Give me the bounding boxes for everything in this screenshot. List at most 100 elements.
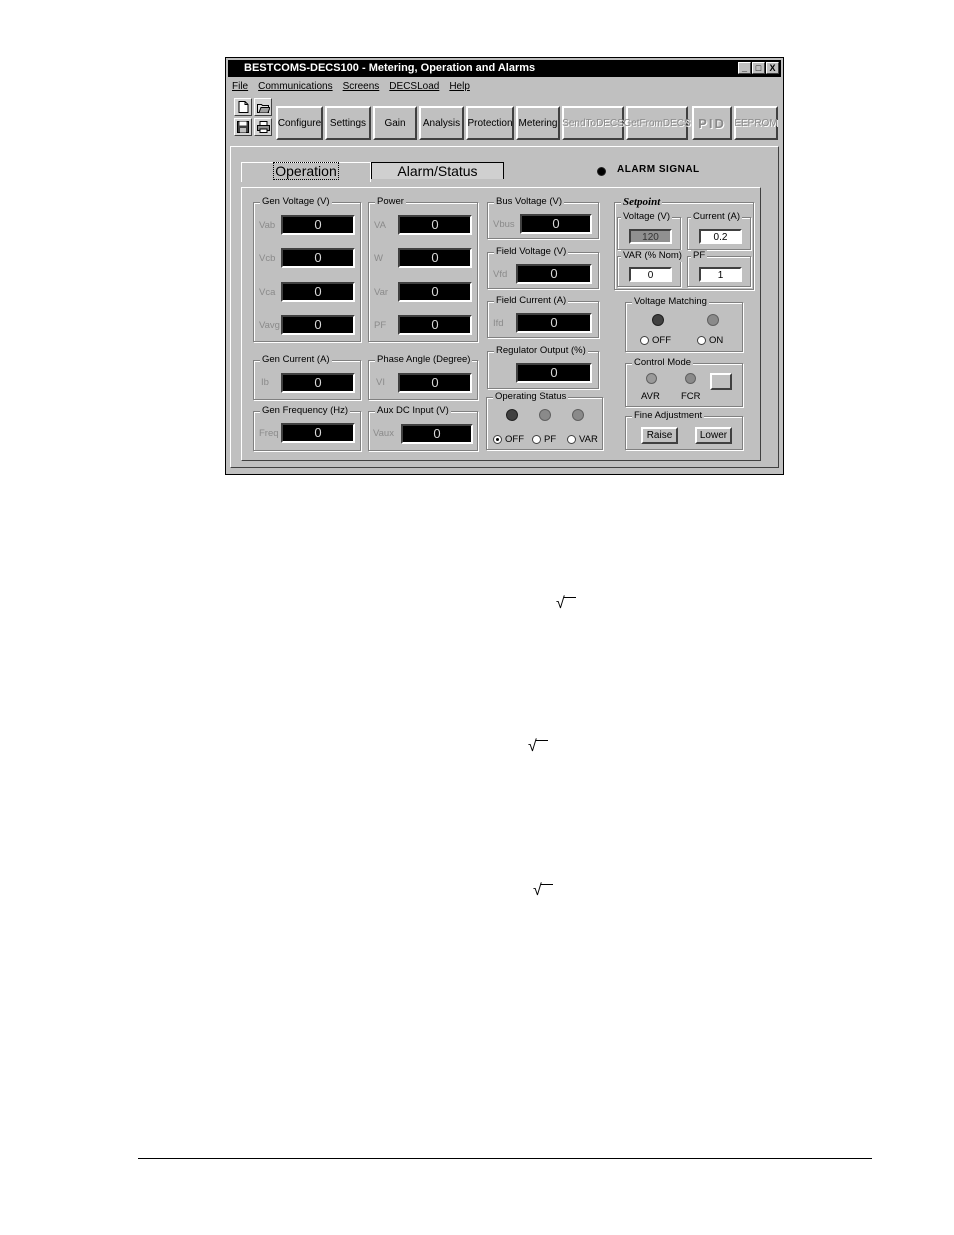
voltage-matching-on-circle[interactable] — [697, 336, 706, 345]
square-root-icon: √ — [528, 738, 548, 756]
toolbar: Configure Settings Gain Analysis Protect… — [230, 98, 779, 142]
vfd-label: Vfd — [493, 269, 508, 280]
setpoint-var-group: VAR (% Nom) 0 — [617, 250, 684, 287]
var-readout: 0 — [398, 282, 472, 302]
menu-communications[interactable]: Communications — [258, 79, 332, 95]
voltage-matching-off-circle[interactable] — [640, 336, 649, 345]
setpoint-title: Setpoint — [621, 196, 663, 208]
app-window: BESTCOMS-DECS100 - Metering, Operation a… — [225, 57, 784, 475]
send-to-decs-button[interactable]: SendToDECS — [562, 106, 624, 140]
vcb-readout: 0 — [281, 248, 355, 268]
voltage-matching-off-label: OFF — [652, 335, 671, 346]
setpoint-voltage-group: Voltage (V) 120 — [617, 211, 681, 250]
menu-bar: File Communications Screens DECSLoad Hel… — [232, 79, 470, 95]
field-current-group: Field Current (A) Ifd 0 — [487, 295, 599, 338]
w-label: W — [374, 253, 383, 264]
fine-adjustment-group: Fine Adjustment Raise Lower — [625, 410, 743, 450]
menu-decsload[interactable]: DECSLoad — [389, 79, 439, 95]
pf-radio-circle[interactable] — [532, 435, 541, 444]
fcr-label: FCR — [681, 391, 701, 402]
new-file-icon[interactable] — [234, 98, 252, 116]
gain-button[interactable]: Gain — [373, 106, 417, 140]
maximize-button[interactable]: □ — [752, 62, 765, 74]
setpoint-pf-field[interactable]: 1 — [699, 267, 742, 282]
close-button[interactable]: X — [766, 62, 779, 74]
alarm-signal-label: ALARM SIGNAL — [617, 164, 700, 175]
field-voltage-title: Field Voltage (V) — [494, 246, 569, 258]
off-status-led — [506, 409, 518, 421]
vaux-readout: 0 — [401, 424, 473, 444]
voltage-matching-on-label: ON — [709, 335, 724, 346]
regulator-output-readout: 0 — [516, 363, 592, 383]
control-mode-group: Control Mode AVR FCR — [625, 357, 743, 407]
metering-button[interactable]: Metering — [516, 106, 560, 140]
title-bar[interactable]: BESTCOMS-DECS100 - Metering, Operation a… — [228, 60, 781, 77]
pf-readout: 0 — [398, 315, 472, 335]
operating-status-group: Operating Status OFF PF VAR — [486, 391, 603, 450]
pid-button[interactable]: PID — [692, 106, 732, 140]
freq-readout: 0 — [281, 423, 355, 443]
vca-readout: 0 — [281, 282, 355, 302]
minimize-button[interactable]: _ — [738, 62, 751, 74]
voltage-matching-off-led — [652, 314, 664, 326]
square-root-icon: √ — [533, 882, 553, 900]
setpoint-current-field[interactable]: 0.2 — [699, 229, 742, 244]
setpoint-voltage-field[interactable]: 120 — [629, 229, 672, 244]
vavg-label: Vavg — [259, 320, 280, 331]
operating-status-title: Operating Status — [493, 391, 569, 403]
fcr-led — [685, 373, 696, 384]
menu-file[interactable]: File — [232, 79, 248, 95]
save-disk-icon[interactable] — [234, 118, 252, 136]
vfd-readout: 0 — [516, 264, 592, 284]
configure-button[interactable]: Configure — [276, 106, 323, 140]
var-radio[interactable]: VAR — [567, 434, 598, 445]
pf-radio[interactable]: PF — [532, 434, 556, 445]
voltage-matching-on-radio[interactable]: ON — [697, 335, 723, 346]
menu-help[interactable]: Help — [449, 79, 470, 95]
ib-label: Ib — [261, 377, 269, 388]
off-radio-circle[interactable] — [493, 435, 502, 444]
vbus-label: Vbus — [493, 219, 515, 230]
voltage-matching-title: Voltage Matching — [632, 296, 709, 308]
vi-readout: 0 — [398, 373, 472, 393]
tab-operation[interactable]: Operation — [241, 162, 371, 182]
pf-radio-label: PF — [544, 434, 557, 445]
var-radio-circle[interactable] — [567, 435, 576, 444]
phase-angle-group: Phase Angle (Degree) VI 0 — [368, 354, 478, 400]
gen-current-title: Gen Current (A) — [260, 354, 332, 366]
avr-led — [646, 373, 657, 384]
control-mode-toggle-button[interactable] — [710, 373, 732, 390]
va-readout: 0 — [398, 215, 472, 235]
setpoint-pf-title: PF — [691, 250, 708, 262]
protection-button[interactable]: Protection — [466, 106, 514, 140]
bus-voltage-title: Bus Voltage (V) — [494, 196, 565, 208]
phase-angle-title: Phase Angle (Degree) — [375, 354, 473, 366]
lower-button[interactable]: Lower — [695, 427, 732, 444]
square-root-icon: √ — [556, 595, 576, 613]
gen-voltage-title: Gen Voltage (V) — [260, 196, 332, 208]
printer-icon[interactable] — [254, 118, 272, 136]
analysis-button[interactable]: Analysis — [419, 106, 464, 140]
vab-readout: 0 — [281, 215, 355, 235]
setpoint-var-title: VAR (% Nom) — [621, 250, 684, 262]
off-radio[interactable]: OFF — [493, 434, 524, 445]
gen-voltage-group: Gen Voltage (V) Vab 0 Vcb 0 Vca 0 Vavg 0 — [253, 196, 361, 342]
pf-label: PF — [374, 320, 387, 331]
setpoint-var-field[interactable]: 0 — [629, 267, 672, 282]
open-folder-icon[interactable] — [254, 98, 272, 116]
field-voltage-group: Field Voltage (V) Vfd 0 — [487, 246, 599, 289]
tab-alarm-status[interactable]: Alarm/Status — [371, 162, 504, 179]
voltage-matching-off-radio[interactable]: OFF — [640, 335, 671, 346]
aux-dc-input-title: Aux DC Input (V) — [375, 405, 451, 417]
menu-screens[interactable]: Screens — [343, 79, 380, 95]
settings-button[interactable]: Settings — [325, 106, 371, 140]
vaux-label: Vaux — [373, 428, 394, 439]
freq-label: Freq — [259, 428, 279, 439]
raise-button[interactable]: Raise — [641, 427, 678, 444]
setpoint-voltage-title: Voltage (V) — [621, 211, 672, 223]
avr-label: AVR — [641, 391, 660, 402]
ib-readout: 0 — [281, 373, 355, 393]
var-status-led — [572, 409, 584, 421]
eeprom-button[interactable]: EEPROM — [734, 106, 778, 140]
get-from-decs-button[interactable]: GetFromDECS — [623, 106, 691, 140]
